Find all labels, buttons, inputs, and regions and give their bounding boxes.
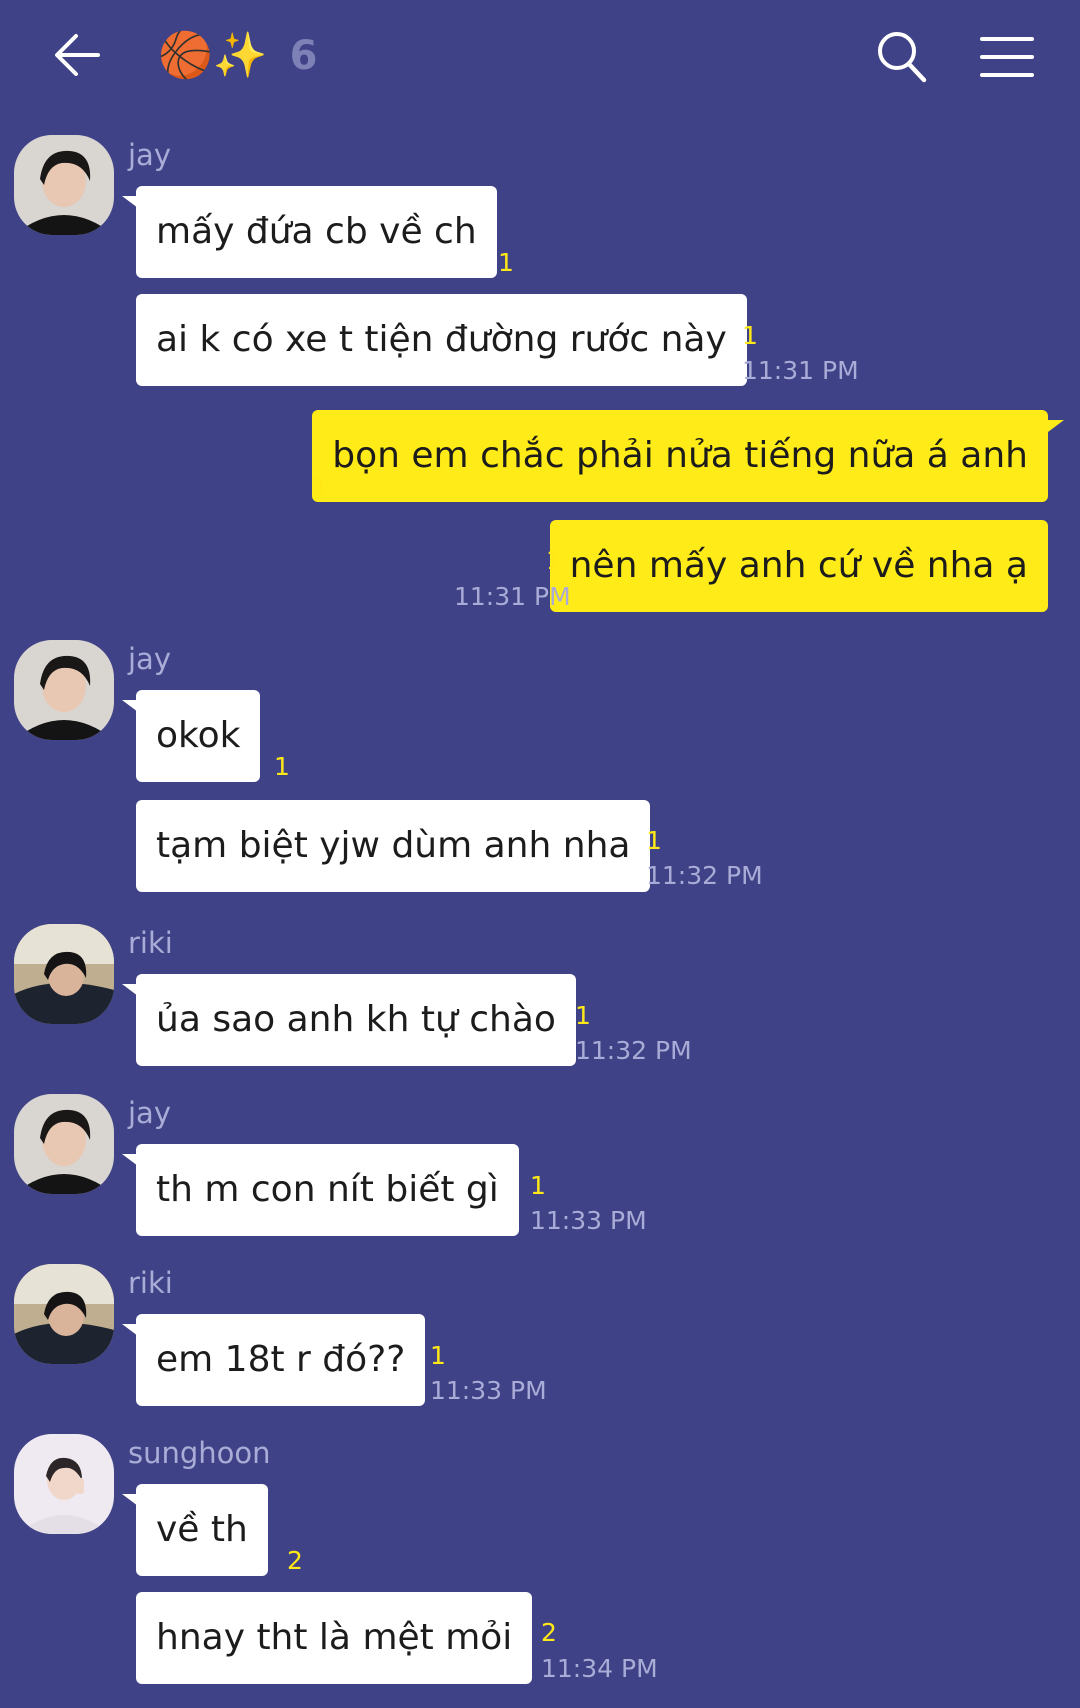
unread-count: 1 (575, 1001, 591, 1030)
member-count: 6 (289, 33, 318, 79)
avatar-jay[interactable] (14, 640, 114, 740)
message-bubble[interactable]: về th (136, 1484, 268, 1576)
sender-name: riki (128, 1266, 173, 1300)
avatar-riki[interactable] (14, 924, 114, 1024)
sender-name: jay (128, 642, 171, 676)
sender-name: riki (128, 926, 173, 960)
unread-count: 2 (541, 1618, 557, 1647)
message-bubble[interactable]: th m con nít biết gì (136, 1144, 519, 1236)
message-time: 11:31 PM (742, 356, 859, 385)
avatar-jay[interactable] (14, 135, 114, 235)
message-bubble[interactable]: nên mấy anh cứ về nha ạ (549, 520, 1048, 612)
message-time: 11:33 PM (530, 1206, 647, 1235)
message-bubble[interactable]: okok (136, 690, 261, 782)
unread-count: 1 (546, 546, 562, 575)
chat-title-emoji: 🏀✨ (158, 30, 268, 81)
unread-count: 1 (646, 826, 662, 855)
message-bubble[interactable]: em 18t r đó?? (136, 1314, 426, 1406)
message-bubble[interactable]: ủa sao anh kh tự chào (136, 974, 576, 1066)
message-bubble[interactable]: bọn em chắc phải nửa tiếng nữa á anh (312, 410, 1048, 502)
message-time: 11:32 PM (646, 861, 763, 890)
message-time: 11:34 PM (541, 1654, 658, 1683)
sender-name: sunghoon (128, 1436, 271, 1470)
unread-count: 1 (530, 1171, 546, 1200)
bubble-tail (1048, 420, 1064, 432)
unread-count: 1 (430, 1341, 446, 1370)
unread-count: 1 (498, 248, 514, 277)
sender-name: jay (128, 1096, 171, 1130)
chat-header: 🏀✨ 6 (0, 0, 1080, 120)
message-time: 11:31 PM (454, 582, 571, 611)
message-time: 11:33 PM (430, 1376, 547, 1405)
unread-count: 2 (287, 1546, 303, 1575)
message-time: 11:32 PM (575, 1036, 692, 1065)
avatar-jay[interactable] (14, 1094, 114, 1194)
back-arrow-icon[interactable] (52, 30, 102, 80)
search-icon[interactable] (876, 30, 928, 84)
avatar-riki[interactable] (14, 1264, 114, 1364)
sender-name: jay (128, 138, 171, 172)
message-bubble[interactable]: tạm biệt yjw dùm anh nha (136, 800, 651, 892)
message-bubble[interactable]: mấy đứa cb về ch (136, 186, 497, 278)
message-bubble[interactable]: hnay tht là mệt mỏi (136, 1592, 533, 1684)
message-bubble[interactable]: ai k có xe t tiện đường rước này (136, 294, 747, 386)
avatar-sunghoon[interactable] (14, 1434, 114, 1534)
unread-count: 1 (274, 752, 290, 781)
chat-title[interactable]: 🏀✨ 6 (158, 26, 317, 86)
unread-count: 1 (313, 472, 329, 501)
menu-icon[interactable] (980, 36, 1034, 78)
unread-count: 1 (742, 321, 758, 350)
